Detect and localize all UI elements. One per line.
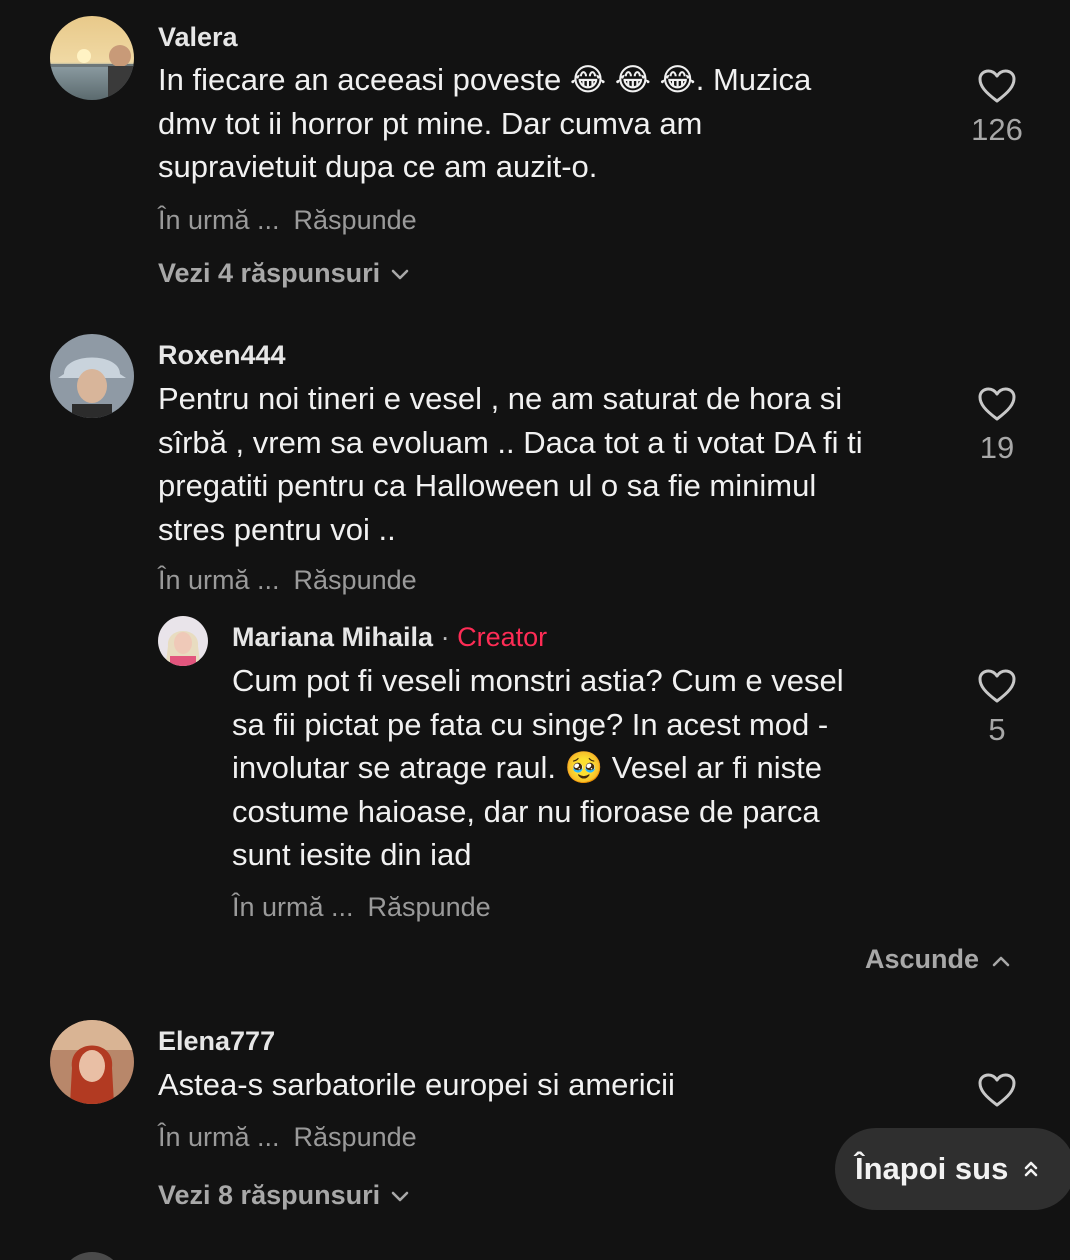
comment-username[interactable]: Elena777 [158,1026,275,1057]
comment-meta: În urmă ... Răspunde [158,565,417,596]
avatar[interactable] [60,1252,124,1260]
reply-text-line: Cum pot fi veseli monstri astia? Cum e v… [232,663,844,698]
back-to-top-label: Înapoi sus [855,1151,1009,1186]
view-replies-button[interactable]: Vezi 4 răspunsuri [158,258,410,289]
chevron-down-icon [391,1191,409,1202]
reply-button[interactable]: Răspunde [294,1122,417,1152]
comment-text-line: Pentru noi tineri e vesel , ne am satura… [158,381,843,416]
heart-icon [978,387,1016,421]
avatar[interactable] [50,334,134,418]
comment-text-line: In fiecare an aceeasi poveste 😂 😂 😂. Muz… [158,62,812,97]
comment-time: În urmă ... [158,565,280,595]
avatar[interactable] [50,1020,134,1104]
like-button[interactable]: 126 [957,68,1037,148]
chevron-up-icon [992,956,1010,967]
like-count: 5 [988,712,1006,747]
reply-button[interactable]: Răspunde [294,205,417,235]
avatar[interactable] [158,616,208,666]
like-button[interactable] [957,1072,1037,1116]
comment-text-line: supravietuit dupa ce am auzit-o. [158,149,598,184]
comment-username[interactable]: Valera [158,22,238,53]
like-button[interactable]: 5 [957,668,1037,748]
hide-replies-button[interactable]: Ascunde [865,944,1011,975]
reply-text: Cum pot fi veseli monstri astia? Cum e v… [232,659,844,877]
comment-text: Astea-s sarbatorile europei si americii [158,1063,675,1107]
reply-text-line: sa fii pictat pe fata cu singe? In acest… [232,706,829,742]
reply-text-line: sunt iesite din iad [232,837,472,872]
comment-text-line: sîrbă , vrem sa evoluam .. Daca tot a ti… [158,424,863,460]
comment-time: În urmă ... [158,205,280,235]
reply-button[interactable]: Răspunde [294,565,417,595]
hide-replies-label: Ascunde [865,944,980,974]
like-count: 126 [971,112,1023,147]
comment-time: În urmă ... [158,1122,280,1152]
view-replies-button[interactable]: Vezi 8 răspunsuri [158,1180,410,1211]
comment-meta: În urmă ... Răspunde [158,205,417,236]
back-to-top-button[interactable]: Înapoi sus [835,1128,1070,1210]
reply-text-line: costume haioase, dar nu fioroase de parc… [232,793,820,829]
comment-text: In fiecare an aceeasi poveste 😂 😂 😂. Muz… [158,58,811,189]
comment-text-line: pregatiti pentru ca Halloween ul o sa fi… [158,468,817,503]
heart-icon [978,69,1016,103]
reply-time: În urmă ... [232,892,354,922]
view-replies-label: Vezi 4 răspunsuri [158,258,381,288]
comment-text-line: stres pentru voi .. [158,511,396,547]
reply-text-line: involutar se atrage raul. 🥹 Vesel ar fi … [232,750,822,785]
chevron-down-icon [391,269,409,280]
comment-meta: În urmă ... Răspunde [158,1122,417,1153]
heart-icon [978,1073,1016,1107]
like-button[interactable]: 19 [957,386,1037,466]
separator: · [440,622,450,652]
reply-meta: În urmă ... Răspunde [232,892,491,923]
avatar[interactable] [50,16,134,100]
heart-icon [978,669,1016,703]
creator-badge: Creator [457,622,548,652]
reply-button[interactable]: Răspunde [368,892,491,922]
comment-text-line: Astea-s sarbatorile europei si americii [158,1067,675,1102]
comments-panel: Valera In fiecare an aceeasi poveste 😂 😂… [0,0,1070,1260]
view-replies-label: Vezi 8 răspunsuri [158,1180,381,1210]
comment-username[interactable]: Roxen444 [158,340,286,371]
comment-text-line: dmv tot ii horror pt mine. Dar cumva am [158,105,703,141]
reply-username[interactable]: Mariana Mihaila [232,622,433,652]
double-chevron-up-icon [1025,1161,1038,1177]
reply-username-line: Mariana Mihaila · Creator [232,622,547,653]
like-count: 19 [979,430,1015,465]
comment-text: Pentru noi tineri e vesel , ne am satura… [158,377,863,551]
